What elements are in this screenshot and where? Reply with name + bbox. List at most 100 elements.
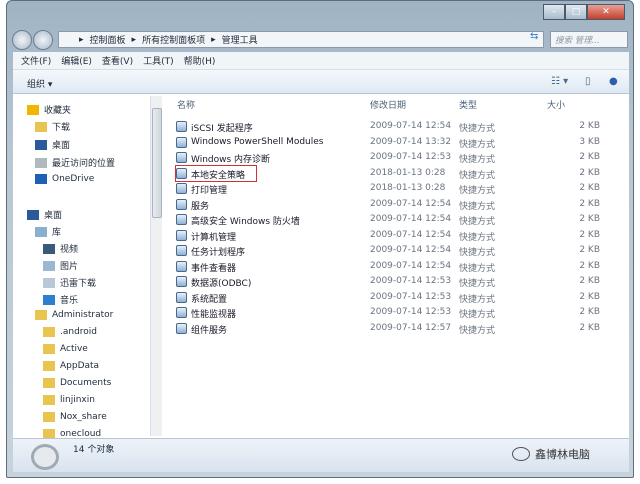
search-input[interactable]: 搜索 管理... <box>550 31 628 48</box>
file-row[interactable]: 计算机管理 2009-07-14 12:54 快捷方式 2 KB <box>165 229 605 243</box>
shortcut-icon <box>176 198 187 210</box>
file-row[interactable]: 性能监视器 2009-07-14 12:53 快捷方式 2 KB <box>165 306 605 320</box>
file-row[interactable]: 打印管理 2018-01-13 0:28 快捷方式 2 KB <box>165 182 605 196</box>
desktop-icon <box>27 209 39 220</box>
back-button[interactable] <box>12 30 32 50</box>
forward-button[interactable] <box>33 30 53 50</box>
nav-item[interactable]: Administrator <box>35 310 113 320</box>
refresh-icon[interactable]: ⇆ <box>530 31 538 42</box>
music-icon <box>43 294 55 305</box>
shortcut-icon <box>176 152 187 163</box>
file-row[interactable]: Windows PowerShell Modules 2009-07-14 13… <box>165 136 605 150</box>
menu-edit[interactable]: 编辑(E) <box>61 54 92 67</box>
breadcrumb-item[interactable]: 所有控制面板项 <box>142 33 205 46</box>
breadcrumb-sep-icon: ▸ <box>131 34 137 45</box>
file-date: 2009-07-14 12:57 <box>370 322 452 333</box>
desktop-icon <box>35 139 47 150</box>
nav-item[interactable]: Documents <box>43 378 111 388</box>
shortcut-icon <box>176 183 187 194</box>
watermark-text: 鑫博林电脑 <box>535 448 590 461</box>
menu-view[interactable]: 查看(V) <box>102 54 133 67</box>
menu-file[interactable]: 文件(F) <box>21 54 51 67</box>
nav-item-label: onecloud <box>60 429 102 438</box>
column-header-name[interactable]: 名称 <box>177 98 195 111</box>
file-size: 2 KB <box>579 152 600 162</box>
nav-item[interactable]: 视频 <box>43 242 78 255</box>
nav-item[interactable]: 图片 <box>43 259 78 272</box>
file-size: 2 KB <box>579 322 600 333</box>
breadcrumb-item[interactable]: 控制面板 <box>90 33 126 46</box>
nav-item[interactable]: Nox_share <box>43 412 107 422</box>
nav-item[interactable]: 音乐 <box>43 293 78 306</box>
column-header-type[interactable]: 类型 <box>459 98 477 111</box>
file-date: 2018-01-13 0:28 <box>370 167 446 178</box>
file-row[interactable]: 数据源(ODBC) 2009-07-14 12:53 快捷方式 2 KB <box>165 275 605 289</box>
file-name: 事件查看器 <box>191 263 237 274</box>
picture-icon <box>43 260 55 271</box>
file-type: 快捷方式 <box>459 124 496 134</box>
folder-icon <box>43 344 55 354</box>
help-icon[interactable]: ● <box>609 76 618 87</box>
shortcut-icon <box>176 136 187 148</box>
document-icon <box>43 277 55 288</box>
shortcut-icon <box>176 322 187 334</box>
shortcut-icon <box>176 214 187 225</box>
nav-item[interactable]: AppData <box>43 361 99 371</box>
file-row[interactable]: Windows 内存诊断 2009-07-14 12:53 快捷方式 2 KB <box>165 151 605 165</box>
nav-item[interactable]: 迅雷下载 <box>43 276 96 289</box>
maximize-button[interactable]: □ <box>565 4 587 20</box>
menu-bar: 文件(F) 编辑(E) 查看(V) 工具(T) 帮助(H) <box>13 52 629 70</box>
file-size: 2 KB <box>579 167 600 178</box>
file-row[interactable]: 高级安全 Windows 防火墙 2009-07-14 12:54 快捷方式 2… <box>165 213 605 227</box>
nav-item[interactable]: Active <box>43 344 88 354</box>
shortcut-icon <box>176 121 187 132</box>
nav-item[interactable]: 最近访问的位置 <box>35 156 115 169</box>
window-controls: – □ ✕ <box>543 4 625 20</box>
file-date: 2009-07-14 12:54 <box>370 229 452 240</box>
file-size: 2 KB <box>579 198 600 209</box>
file-row[interactable]: iSCSI 发起程序 2009-07-14 12:54 快捷方式 2 KB <box>165 120 605 134</box>
nav-item[interactable]: 桌面 <box>35 138 70 151</box>
column-header-date[interactable]: 修改日期 <box>370 98 406 111</box>
nav-scrollbar[interactable] <box>150 96 162 436</box>
file-name: 数据源(ODBC) <box>191 279 252 289</box>
file-date: 2018-01-13 0:28 <box>370 183 446 193</box>
nav-item[interactable]: 库 <box>35 225 61 238</box>
nav-item[interactable]: OneDrive <box>35 174 94 184</box>
menu-help[interactable]: 帮助(H) <box>184 54 216 67</box>
organize-button[interactable]: 组织 ▾ <box>27 77 52 90</box>
item-count: 14 个对象 <box>73 445 115 455</box>
close-button[interactable]: ✕ <box>587 4 625 20</box>
shortcut-icon <box>176 307 187 318</box>
file-row[interactable]: 任务计划程序 2009-07-14 12:54 快捷方式 2 KB <box>165 244 605 258</box>
view-options-icon[interactable]: ☷ ▾ <box>551 76 568 87</box>
nav-item[interactable]: onecloud <box>43 429 101 438</box>
nav-item-label: Nox_share <box>60 412 107 422</box>
breadcrumb-item[interactable]: 管理工具 <box>222 33 258 46</box>
nav-item[interactable]: 下载 <box>35 120 70 133</box>
shortcut-icon <box>176 276 187 287</box>
folder-icon <box>43 412 55 422</box>
file-name: Windows PowerShell Modules <box>191 136 324 147</box>
file-row[interactable]: 系统配置 2009-07-14 12:53 快捷方式 2 KB <box>165 291 605 305</box>
file-name: 服务 <box>191 201 210 212</box>
user-folder-icon <box>35 310 47 320</box>
nav-item-label: 图片 <box>60 262 79 272</box>
nav-item-label: linjinxin <box>60 395 95 405</box>
file-row[interactable]: 组件服务 2009-07-14 12:57 快捷方式 2 KB <box>165 322 605 336</box>
nav-item[interactable]: linjinxin <box>43 395 95 405</box>
nav-item-label: Administrator <box>52 310 114 320</box>
address-bar[interactable]: ▸ 控制面板 ▸ 所有控制面板项 ▸ 管理工具 <box>58 31 544 48</box>
nav-item[interactable]: .android <box>43 327 97 337</box>
shortcut-icon <box>176 167 187 179</box>
file-row[interactable]: 本地安全策略 2018-01-13 0:28 快捷方式 2 KB <box>165 167 605 181</box>
column-header-size[interactable]: 大小 <box>547 98 565 111</box>
preview-pane-icon[interactable]: ▯ <box>585 76 591 87</box>
nav-item[interactable]: 桌面 <box>27 208 62 221</box>
menu-tools[interactable]: 工具(T) <box>143 54 174 67</box>
nav-item[interactable]: 收藏夹 <box>27 103 71 116</box>
file-row[interactable]: 服务 2009-07-14 12:54 快捷方式 2 KB <box>165 198 605 212</box>
nav-item-label: 最近访问的位置 <box>52 159 116 169</box>
file-row[interactable]: 事件查看器 2009-07-14 12:54 快捷方式 2 KB <box>165 260 605 274</box>
minimize-button[interactable]: – <box>543 4 565 20</box>
